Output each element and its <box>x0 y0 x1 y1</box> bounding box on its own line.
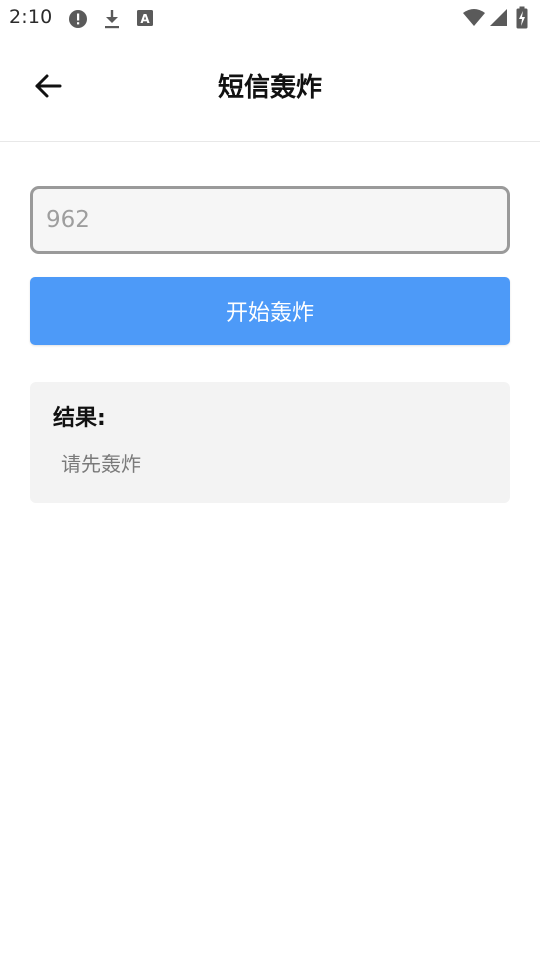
page-title: 短信轰炸 <box>217 73 322 103</box>
result-text: 请先轰炸 <box>61 452 141 476</box>
result-heading: 结果: <box>53 406 106 431</box>
cell-signal-icon <box>488 7 508 27</box>
start-button[interactable]: 开始轰炸 <box>30 277 510 345</box>
status-bar: 2:10 A <box>0 0 540 36</box>
wifi-icon <box>462 7 485 27</box>
a-box-icon: A <box>136 8 156 28</box>
status-time: 2:10 <box>9 6 53 28</box>
svg-text:A: A <box>140 12 150 26</box>
app-bar: 短信轰炸 <box>0 36 540 142</box>
phone-number-input[interactable] <box>30 186 510 254</box>
alert-icon <box>67 8 87 28</box>
battery-charging-icon <box>515 6 535 29</box>
result-card: 结果: 请先轰炸 <box>30 382 510 503</box>
download-icon <box>102 8 122 29</box>
